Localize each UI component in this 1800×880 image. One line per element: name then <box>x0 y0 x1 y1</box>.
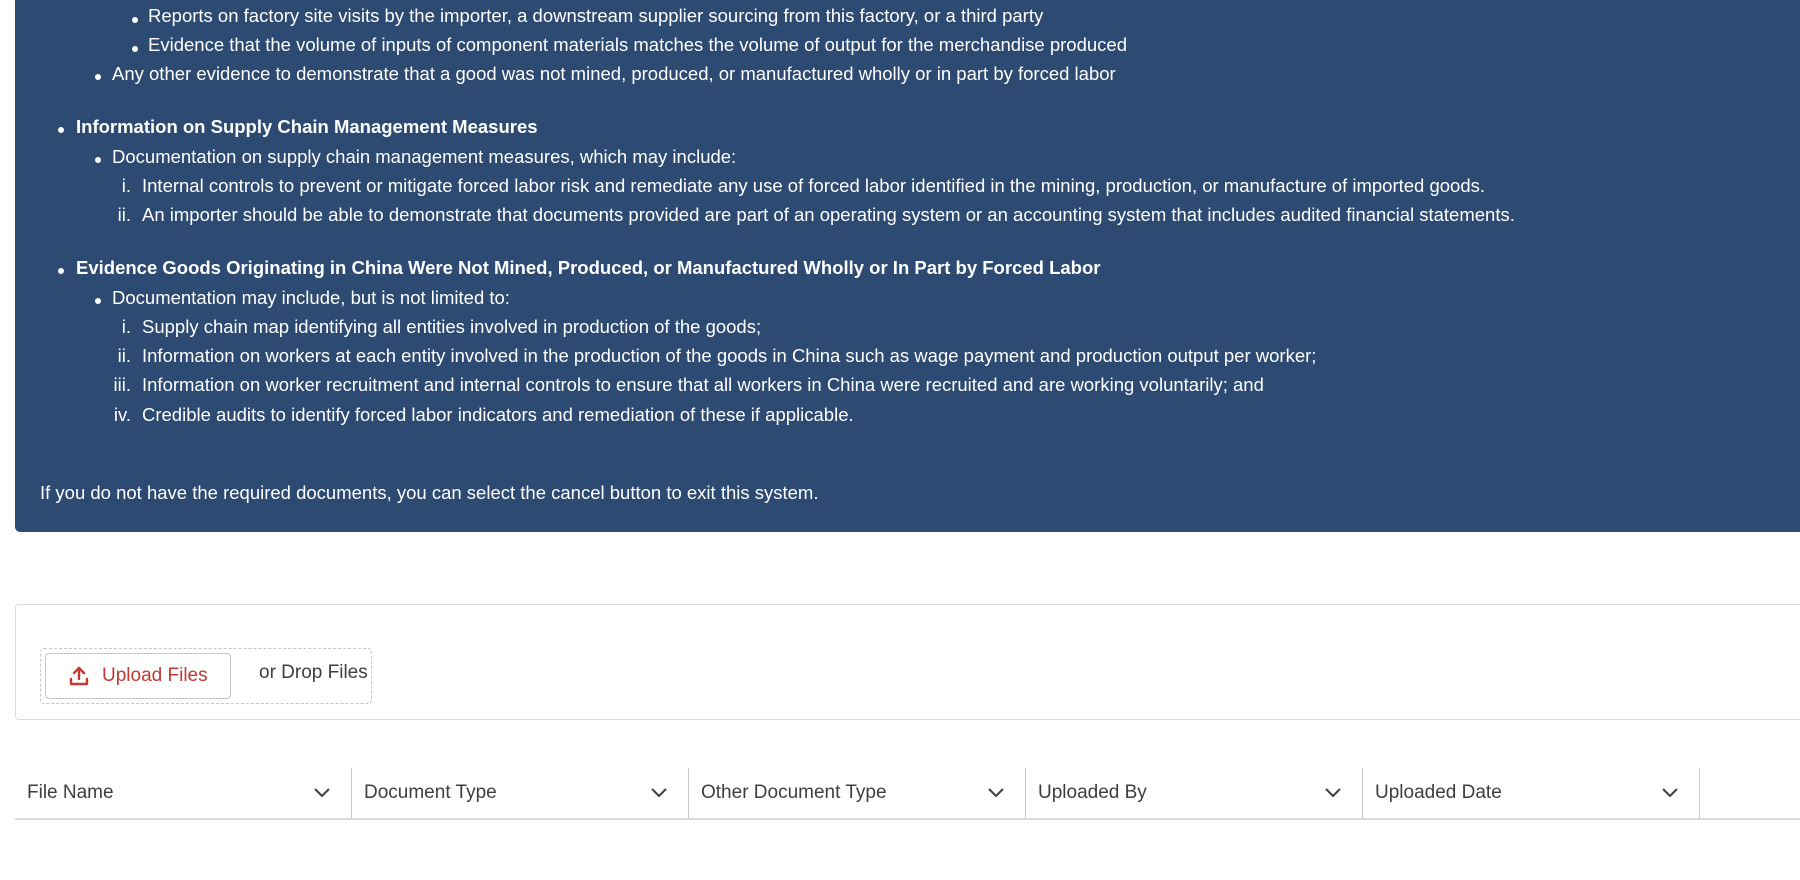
section-heading: Information on Supply Chain Management M… <box>76 116 538 137</box>
list-item: Credible audits to identify forced labor… <box>142 404 854 425</box>
bullet-dot <box>95 298 101 304</box>
list-numeral: i. <box>121 316 131 337</box>
chevron-down-icon[interactable] <box>650 785 668 799</box>
column-header-other-document-type[interactable]: Other Document Type <box>689 768 1025 818</box>
list-item: Information on worker recruitment and in… <box>142 374 1264 395</box>
upload-files-label: Upload Files <box>102 665 208 686</box>
upload-files-button[interactable]: Upload Files <box>45 653 231 699</box>
chevron-down-icon[interactable] <box>987 785 1005 799</box>
column-header-uploaded-by[interactable]: Uploaded By <box>1026 768 1362 818</box>
list-item: Documentation on supply chain management… <box>112 146 737 167</box>
footer-note: If you do not have the required document… <box>40 482 819 503</box>
drop-files-label: or Drop Files <box>259 662 368 683</box>
bullet-dot <box>95 157 101 163</box>
column-header-uploaded-date[interactable]: Uploaded Date <box>1363 768 1699 818</box>
info-panel: Reports on factory site visits by the im… <box>15 0 1800 532</box>
bullet-dot <box>95 74 101 80</box>
list-numeral: iv. <box>113 404 131 425</box>
list-item: Any other evidence to demonstrate that a… <box>112 63 1116 84</box>
list-numeral: ii. <box>117 345 131 366</box>
chevron-down-icon[interactable] <box>1324 785 1342 799</box>
column-header-label: Uploaded Date <box>1375 782 1502 803</box>
list-item: Evidence that the volume of inputs of co… <box>148 34 1128 55</box>
list-numeral: iii. <box>113 374 131 395</box>
bullet-dot <box>132 46 138 52</box>
list-numeral: i. <box>121 175 131 196</box>
file-upload-card: Upload Files or Drop Files <box>15 604 1800 720</box>
section-heading: Evidence Goods Originating in China Were… <box>76 257 1101 278</box>
list-item: Supply chain map identifying all entitie… <box>142 316 762 337</box>
column-header-label: Uploaded By <box>1038 782 1147 803</box>
bullet-dot <box>132 17 138 23</box>
list-item: Reports on factory site visits by the im… <box>148 5 1044 26</box>
file-dropzone[interactable]: Upload Files or Drop Files <box>40 648 372 704</box>
chevron-down-icon[interactable] <box>313 785 331 799</box>
list-item: Documentation may include, but is not li… <box>112 287 510 308</box>
bullet-dot <box>58 268 64 274</box>
list-numeral: ii. <box>117 204 131 225</box>
upload-icon <box>69 666 89 686</box>
column-header-file-name[interactable]: File Name <box>15 768 351 818</box>
column-header-label: Document Type <box>364 782 497 803</box>
column-header-label: File Name <box>27 782 114 803</box>
column-header-document-type[interactable]: Document Type <box>352 768 688 818</box>
chevron-down-icon[interactable] <box>1661 785 1679 799</box>
files-table-header: File Name Document Type Other Document T… <box>15 768 1800 820</box>
column-divider[interactable] <box>1699 768 1700 818</box>
bullet-dot <box>58 127 64 133</box>
column-header-label: Other Document Type <box>701 782 887 803</box>
list-item: Information on workers at each entity in… <box>142 345 1317 366</box>
list-item: Internal controls to prevent or mitigate… <box>142 175 1486 196</box>
list-item: An importer should be able to demonstrat… <box>142 204 1515 225</box>
